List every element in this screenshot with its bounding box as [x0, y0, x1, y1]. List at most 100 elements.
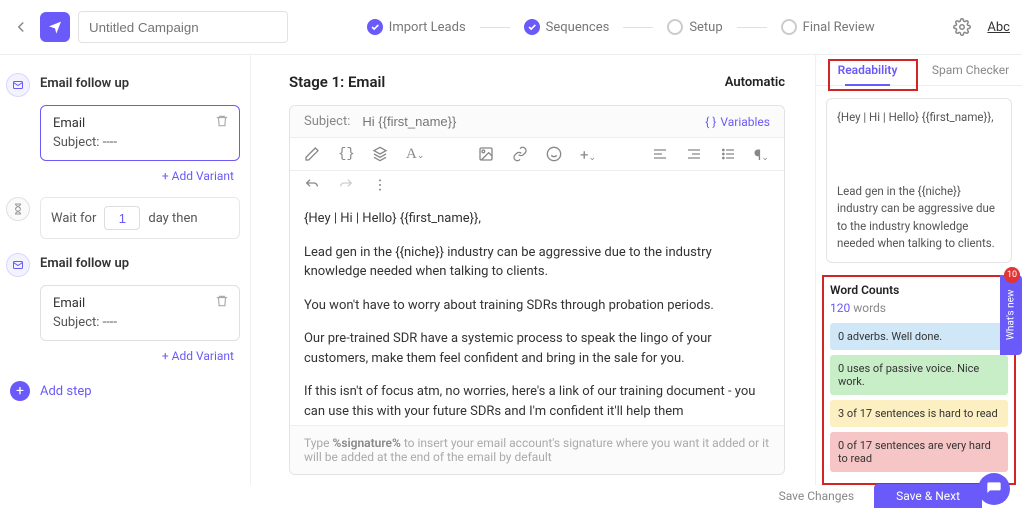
preview-line: Lead gen in the {{niche}} industry can b… [837, 183, 1001, 252]
edit-icon[interactable] [304, 146, 320, 162]
chat-icon[interactable] [978, 473, 1010, 505]
footer: Save Changes Save & Next [0, 485, 1022, 507]
editor-panel: Stage 1: Email Automatic Subject: { } Va… [251, 55, 815, 485]
save-next-button[interactable]: Save & Next [874, 484, 982, 508]
code-braces-icon[interactable]: {} [338, 146, 354, 162]
check-icon [367, 19, 383, 35]
topbar: Import Leads Sequences Setup Final Revie… [0, 0, 1022, 55]
wait-suffix: day then [148, 211, 197, 226]
card-type: Email [53, 296, 227, 311]
step-final-review[interactable]: Final Review [781, 19, 875, 35]
align-left-icon[interactable] [652, 146, 668, 162]
stage-title: Stage 1: Email [289, 73, 385, 91]
redo-icon[interactable] [338, 177, 354, 193]
email-card-1[interactable]: Email Subject: ---- [40, 105, 240, 161]
step-title: Email follow up [40, 256, 129, 271]
campaign-name-input[interactable] [78, 11, 288, 43]
link-icon[interactable] [512, 146, 528, 162]
abc-link[interactable]: Abc [987, 20, 1010, 35]
add-step-button[interactable]: + Add step [10, 381, 240, 401]
body-line: Lead gen in the {{niche}} industry can b… [304, 243, 770, 282]
top-right: Abc [953, 18, 1010, 36]
card-subject: Subject: ---- [53, 135, 227, 150]
step-label: Setup [689, 20, 722, 35]
whats-new-badge: 10 [1004, 267, 1020, 283]
step-divider [480, 27, 510, 28]
add-more-icon[interactable]: +⌄ [580, 146, 596, 162]
word-counts-panel: Word Counts 120 words 0 adverbs. Well do… [822, 275, 1016, 485]
wait-days-input[interactable] [104, 206, 140, 230]
circle-icon [781, 19, 797, 35]
braces-icon: { } [705, 115, 716, 129]
stage-header: Stage 1: Email Automatic [289, 73, 785, 91]
layers-icon[interactable] [372, 146, 388, 162]
editor-toolbar-2 [290, 171, 784, 203]
wait-step: Wait for day then [6, 197, 240, 239]
hint-pre: Type [304, 436, 333, 450]
save-changes-button[interactable]: Save Changes [779, 489, 855, 503]
wait-label: Wait for [51, 211, 96, 226]
step-setup[interactable]: Setup [667, 19, 722, 35]
step-sequences[interactable]: Sequences [524, 19, 610, 35]
emoji-icon[interactable] [546, 146, 562, 162]
editor-box: Subject: { } Variables {} A⌄ +⌄ [289, 105, 785, 475]
brand-icon[interactable] [40, 12, 70, 42]
paragraph-icon[interactable]: ¶⌄ [754, 146, 770, 162]
body-line: You won't have to worry about training S… [304, 296, 770, 316]
image-icon[interactable] [478, 146, 494, 162]
email-icon [6, 73, 30, 97]
body-line: {Hey | Hi | Hello} {{first_name}}, [304, 209, 770, 229]
word-counts-value: 120 words [830, 301, 1008, 315]
main-area: Email follow up Email Subject: ---- + Ad… [0, 55, 1022, 485]
word-count-number: 120 [830, 301, 850, 315]
hourglass-icon [6, 197, 30, 221]
whats-new-tab[interactable]: What's new [1000, 275, 1022, 355]
check-icon [524, 19, 540, 35]
readability-preview: {Hey | Hi | Hello} {{first_name}}, Lead … [826, 98, 1012, 263]
back-arrow-icon[interactable] [12, 18, 30, 36]
text-format-icon[interactable]: A⌄ [406, 146, 422, 162]
variables-button[interactable]: { } Variables [705, 115, 770, 129]
tabs: Readability Spam Checker [816, 55, 1022, 86]
step-divider [737, 27, 767, 28]
undo-icon[interactable] [304, 177, 320, 193]
email-card-2[interactable]: Email Subject: ---- [40, 285, 240, 341]
readability-row-passive: 0 uses of passive voice. Nice work. [830, 355, 1008, 395]
list-icon[interactable] [720, 146, 736, 162]
readability-row-very-hard: 0 of 17 sentences are very hard to read [830, 432, 1008, 472]
sequence-step-1: Email follow up [6, 73, 240, 97]
add-step-label: Add step [40, 384, 92, 399]
word-count-unit: words [853, 301, 886, 315]
add-variant-1[interactable]: + Add Variant [6, 169, 234, 183]
more-icon[interactable] [372, 177, 388, 193]
step-label: Final Review [803, 20, 875, 35]
sidebar-right: Readability Spam Checker {Hey | Hi | Hel… [815, 55, 1022, 485]
step-title: Email follow up [40, 76, 129, 91]
circle-icon [667, 19, 683, 35]
sequence-panel: Email follow up Email Subject: ---- + Ad… [0, 55, 251, 485]
body-line: If this isn't of focus atm, no worries, … [304, 382, 770, 421]
plus-icon: + [10, 381, 30, 401]
step-label: Import Leads [389, 20, 466, 35]
add-variant-2[interactable]: + Add Variant [6, 349, 234, 363]
step-import-leads[interactable]: Import Leads [367, 19, 466, 35]
variables-label: Variables [720, 115, 770, 129]
wait-card[interactable]: Wait for day then [40, 197, 240, 239]
wizard-steps: Import Leads Sequences Setup Final Revie… [288, 19, 953, 35]
step-label: Sequences [546, 20, 610, 35]
gear-icon[interactable] [953, 18, 971, 36]
tab-spam-checker[interactable]: Spam Checker [919, 55, 1022, 85]
editor-toolbar: {} A⌄ +⌄ ¶⌄ [290, 138, 784, 171]
tab-readability[interactable]: Readability [816, 55, 919, 85]
automatic-label[interactable]: Automatic [725, 75, 785, 90]
align-right-icon[interactable] [686, 146, 702, 162]
email-body[interactable]: {Hey | Hi | Hello} {{first_name}}, Lead … [290, 203, 784, 425]
subject-input[interactable] [362, 114, 705, 129]
word-counts-title: Word Counts [830, 283, 1008, 297]
trash-icon[interactable] [215, 114, 229, 128]
body-line: Our pre-trained SDR have a systemic proc… [304, 329, 770, 368]
trash-icon[interactable] [215, 294, 229, 308]
card-subject: Subject: ---- [53, 315, 227, 330]
subject-row: Subject: { } Variables [290, 106, 784, 138]
signature-hint: Type %signature% to insert your email ac… [290, 425, 784, 474]
